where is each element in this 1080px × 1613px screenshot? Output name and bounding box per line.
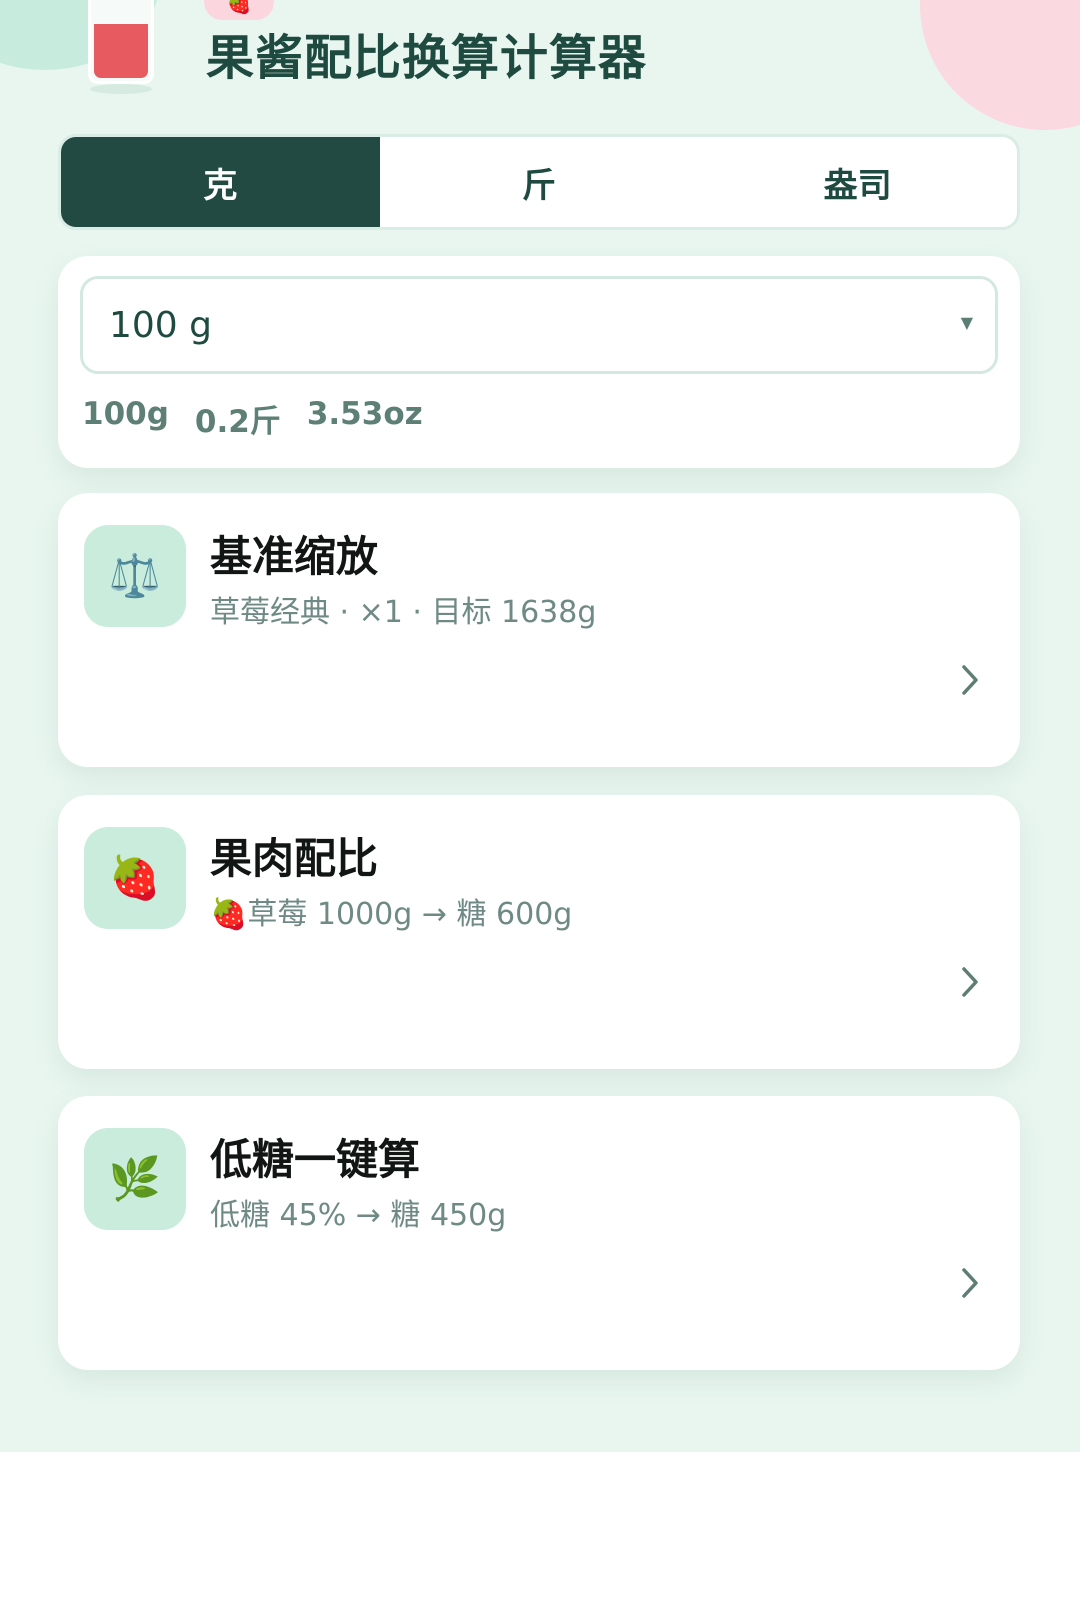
jar-jam-fill — [94, 24, 148, 78]
feature-subtitle: 低糖 45% → 糖 450g — [210, 1198, 507, 1233]
feature-card-low-sugar[interactable]: 🌿 低糖一键算 低糖 45% → 糖 450g — [58, 1096, 1020, 1370]
app-screen: 🍓 果酱配比换算计算器 克 斤 盎司 100 g ▼ 100g 0.2斤 3.5… — [0, 0, 1080, 1452]
feature-card-fruit-ratio[interactable]: 🍓 果肉配比 🍓草莓 1000g → 糖 600g — [58, 795, 1020, 1069]
strawberry-icon: 🍓 — [84, 827, 186, 929]
tab-grams[interactable]: 克 — [61, 137, 380, 227]
weight-select-value: 100 g — [109, 304, 213, 346]
herb-icon: 🌿 — [84, 1128, 186, 1230]
conversion-grams: 100g — [82, 396, 169, 432]
feature-card-baseline-scaling[interactable]: ⚖️ 基准缩放 草莓经典 · ×1 · 目标 1638g — [58, 493, 1020, 767]
strawberry-badge-icon: 🍓 — [204, 0, 274, 20]
feature-subtitle: 🍓草莓 1000g → 糖 600g — [210, 897, 573, 932]
feature-title: 基准缩放 — [210, 532, 379, 581]
jar-glass — [88, 0, 154, 84]
chevron-right-icon — [962, 1268, 978, 1298]
weight-select[interactable]: 100 g ▼ — [80, 276, 998, 374]
jam-jar-illustration — [88, 0, 154, 94]
conversion-jin: 0.2斤 — [194, 404, 281, 440]
decorative-circle-right — [920, 0, 1080, 130]
conversion-ounces: 3.53oz — [306, 396, 423, 432]
page-title: 果酱配比换算计算器 — [206, 30, 648, 86]
chevron-right-icon — [962, 967, 978, 997]
tab-jin[interactable]: 斤 — [380, 137, 699, 227]
feature-subtitle: 草莓经典 · ×1 · 目标 1638g — [210, 595, 597, 630]
weight-card: 100 g ▼ 100g 0.2斤 3.53oz — [58, 256, 1020, 468]
unit-segmented-control: 克 斤 盎司 — [58, 134, 1020, 230]
feature-title: 低糖一键算 — [210, 1135, 421, 1184]
weight-conversions: 100g 0.2斤 3.53oz — [82, 396, 423, 441]
chevron-right-icon — [962, 665, 978, 695]
jar-shadow — [90, 84, 152, 94]
tab-ounces[interactable]: 盎司 — [698, 137, 1017, 227]
dropdown-arrow-icon: ▼ — [960, 313, 973, 332]
feature-title: 果肉配比 — [210, 834, 379, 883]
scale-icon: ⚖️ — [84, 525, 186, 627]
